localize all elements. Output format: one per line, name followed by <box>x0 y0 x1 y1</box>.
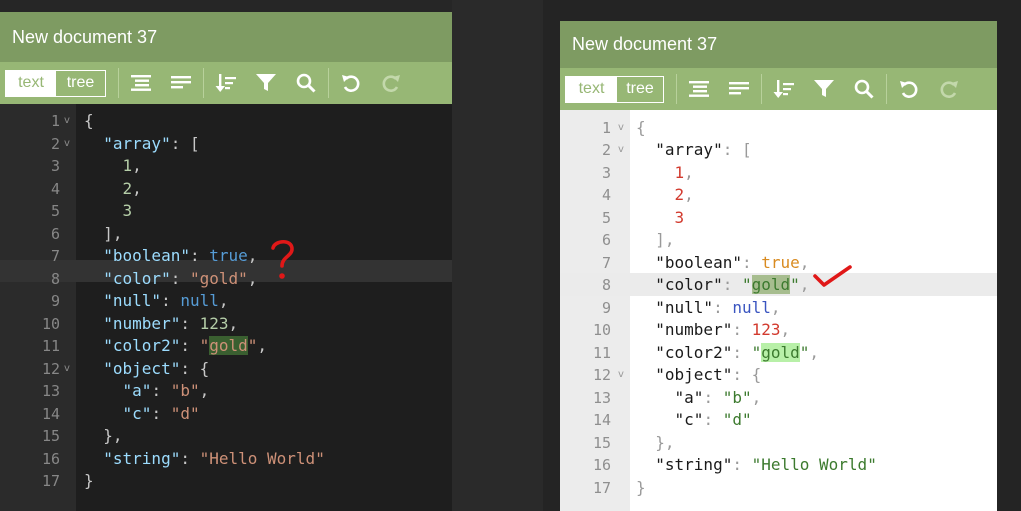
code-line: 1 v{ <box>0 110 452 133</box>
code-line: 11 "color2": "gold", <box>41 336 268 355</box>
code-line: 12 v "object": { <box>560 364 997 387</box>
code-line: 16 "string": "Hello World" <box>592 455 877 474</box>
question-mark-annotation <box>268 238 298 282</box>
code-line: 5 3 <box>50 201 133 220</box>
tab-text[interactable]: text <box>6 70 56 96</box>
toolbar-divider <box>886 74 887 104</box>
redo-icon[interactable] <box>371 66 411 100</box>
code-line: 16 "string": "Hello World" <box>41 448 325 468</box>
search-icon[interactable] <box>844 72 884 106</box>
left-toolbar: text tree <box>0 62 452 104</box>
toolbar-divider <box>203 68 204 98</box>
code-line: 5 3 <box>601 207 685 227</box>
filter-icon[interactable] <box>804 72 844 106</box>
document-title: New document 37 <box>572 34 718 54</box>
sort-icon[interactable] <box>764 72 804 106</box>
code-editor[interactable]: 1 v{ 2v "array": [ 3 1, 4 2, 5 3 6 ], 7 "… <box>560 110 997 511</box>
undo-icon[interactable] <box>889 72 929 106</box>
code-line: 6 ], <box>50 223 123 243</box>
filter-icon[interactable] <box>246 66 286 100</box>
code-line: 10 "number": 123, <box>592 320 791 339</box>
code-line: 15 }, <box>41 426 123 445</box>
mode-switch: text tree <box>5 69 106 97</box>
code-line: 3 1, <box>50 156 142 175</box>
fold-arrow-icon[interactable]: v <box>64 110 70 133</box>
code-line: 14 "c": "d" <box>41 403 200 423</box>
mode-switch: text tree <box>565 75 664 103</box>
document-title: New document 37 <box>12 26 158 47</box>
compact-icon[interactable] <box>719 72 759 106</box>
left-window-frame <box>0 0 452 12</box>
tab-tree[interactable]: tree <box>617 77 663 102</box>
code-line: 4 2, <box>601 185 694 204</box>
code-line: 11 "color2": "gold", <box>592 342 820 362</box>
toolbar-divider <box>761 74 762 104</box>
color-swatch-highlight: gold <box>761 342 800 362</box>
code-line: 6 ], <box>601 230 675 249</box>
code-line: 2v "array": [ <box>0 133 452 156</box>
tab-tree[interactable]: tree <box>56 71 105 96</box>
code-line: 2v "array": [ <box>560 139 997 162</box>
code-line: 4 2, <box>50 178 142 198</box>
undo-icon[interactable] <box>331 66 371 100</box>
code-line: 14 "c": "d" <box>592 410 752 429</box>
fold-arrow-icon[interactable]: v <box>64 358 70 381</box>
toolbar-divider <box>328 68 329 98</box>
code-line: 13 "a": "b", <box>41 381 210 400</box>
code-line: 9 "null": null, <box>50 291 229 310</box>
code-line: 15 }, <box>592 432 675 452</box>
right-editor-panel: New document 37 text tree 1 v {2 v "arr… <box>560 21 997 511</box>
code-line: 13 "a": "b", <box>592 387 762 407</box>
fold-arrow-icon[interactable]: v <box>618 364 624 387</box>
format-icon[interactable] <box>679 72 719 106</box>
fold-arrow-icon[interactable]: v <box>618 117 624 140</box>
left-title-bar: New document 37 <box>0 12 452 62</box>
code-line: 10 "number": 123, <box>41 313 239 333</box>
code-line: 3 1, <box>601 162 694 182</box>
fold-arrow-icon[interactable]: v <box>618 139 624 162</box>
checkmark-annotation <box>812 261 856 291</box>
compact-icon[interactable] <box>161 66 201 100</box>
left-editor-panel: New document 37 text tree 1 v {2 v "arr… <box>0 0 452 511</box>
code-line: 9 "null": null, <box>601 297 781 317</box>
sort-icon[interactable] <box>206 66 246 100</box>
code-line: 8 "color": "gold", <box>601 275 810 294</box>
toolbar-divider <box>676 74 677 104</box>
code-line: 8 "color": "gold", <box>50 268 258 288</box>
code-line: 17} <box>592 477 646 497</box>
right-title-bar: New document 37 <box>560 21 997 68</box>
search-icon[interactable] <box>286 66 326 100</box>
right-toolbar: text tree <box>560 68 997 110</box>
code-line: 7 "boolean": true, <box>50 246 258 265</box>
code-line: 17} <box>41 471 94 490</box>
toolbar-divider <box>118 68 119 98</box>
color-swatch-highlight: gold <box>209 336 248 355</box>
redo-icon[interactable] <box>929 72 969 106</box>
code-editor[interactable]: 1 v{ 2v "array": [ 3 1, 4 2, 5 3 6 ], 7 "… <box>0 104 452 511</box>
fold-arrow-icon[interactable]: v <box>64 133 70 156</box>
format-icon[interactable] <box>121 66 161 100</box>
code-line: 1 v{ <box>560 117 997 140</box>
color-swatch-highlight: gold <box>751 275 791 294</box>
tab-text[interactable]: text <box>566 76 617 102</box>
code-line: 7 "boolean": true, <box>601 252 810 272</box>
code-line: 12 v "object": { <box>0 358 452 381</box>
